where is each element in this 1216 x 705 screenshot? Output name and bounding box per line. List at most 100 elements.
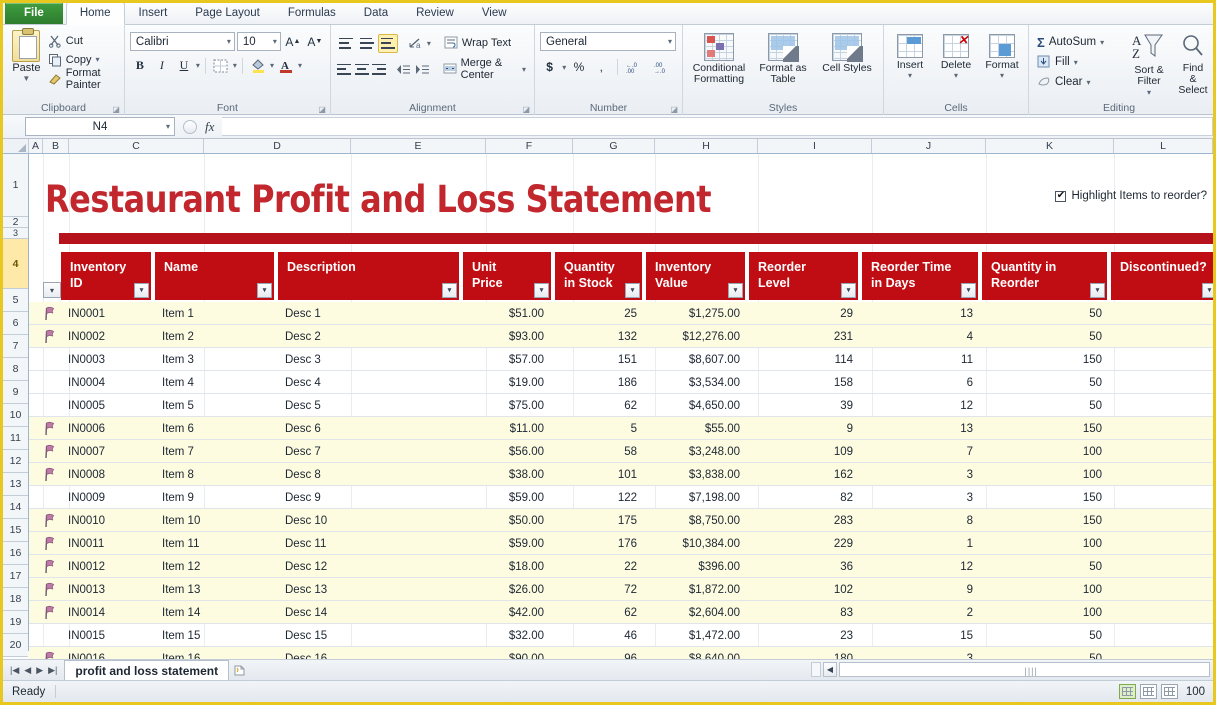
cell-unit-price[interactable]: $38.00 xyxy=(459,463,551,486)
row-header-5[interactable]: 5 xyxy=(3,289,28,312)
cell-name[interactable]: Item 13 xyxy=(155,578,278,601)
first-sheet-button[interactable]: |◀ xyxy=(10,665,19,676)
cell-inventory-id[interactable]: IN0005 xyxy=(61,394,155,417)
insert-function-icon[interactable]: fx xyxy=(205,119,214,135)
cell-reorder-level[interactable]: 23 xyxy=(747,624,860,647)
cell-inventory-value[interactable]: $3,838.00 xyxy=(644,463,747,486)
cell-inventory-value[interactable]: $8,607.00 xyxy=(644,348,747,371)
cell-reorder-level[interactable]: 231 xyxy=(747,325,860,348)
ribbon-tab-review[interactable]: Review xyxy=(402,3,468,24)
row-header-20[interactable]: 20 xyxy=(3,634,28,657)
ribbon-tab-home[interactable]: Home xyxy=(65,3,125,25)
cell-qty-in-stock[interactable]: 175 xyxy=(553,509,644,532)
cell-name[interactable]: Item 15 xyxy=(155,624,278,647)
row-header-1[interactable]: 1 xyxy=(3,154,28,217)
row-header-19[interactable]: 19 xyxy=(3,611,28,634)
wrap-text-button[interactable]: Wrap Text xyxy=(441,34,514,53)
table-row[interactable]: IN0008 Item 8 Desc 8 $38.00 101 $3,838.00 162 3… xyxy=(29,463,1213,486)
cell-discontinued[interactable] xyxy=(1109,555,1213,578)
column-header-j[interactable]: J xyxy=(872,139,986,153)
cell-inventory-value[interactable]: $12,276.00 xyxy=(644,325,747,348)
align-right-button[interactable] xyxy=(371,60,387,79)
table-row[interactable]: IN0013 Item 13 Desc 13 $26.00 72 $1,872.00 102… xyxy=(29,578,1213,601)
cell-unit-price[interactable]: $59.00 xyxy=(459,532,551,555)
ribbon-tab-formulas[interactable]: Formulas xyxy=(274,3,350,24)
prev-sheet-button[interactable]: ◀ xyxy=(24,665,31,676)
increase-decimal-button[interactable]: ←.0.00 xyxy=(624,58,649,77)
chevron-down-icon[interactable]: ▾ xyxy=(233,61,237,70)
percent-button[interactable]: % xyxy=(569,58,588,77)
align-bottom-button[interactable] xyxy=(377,33,398,53)
cell-name[interactable]: Item 3 xyxy=(155,348,278,371)
cell-qty-in-stock[interactable]: 5 xyxy=(553,417,644,440)
filter-icon[interactable]: ▾ xyxy=(534,283,549,298)
cell-name[interactable]: Item 2 xyxy=(155,325,278,348)
filter-icon[interactable]: ▾ xyxy=(961,283,976,298)
chevron-down-icon[interactable]: ▾ xyxy=(270,61,274,70)
row-header-2[interactable]: 2 xyxy=(3,216,28,228)
alignment-dialog-launcher[interactable]: ◪ xyxy=(522,105,530,114)
column-header-g[interactable]: G xyxy=(573,139,655,153)
page-break-view-button[interactable] xyxy=(1160,684,1178,699)
cell-description[interactable]: Desc 4 xyxy=(278,371,463,394)
new-sheet-icon[interactable] xyxy=(229,661,249,679)
cell-qty-in-stock[interactable]: 132 xyxy=(553,325,644,348)
cell-inventory-id[interactable]: IN0009 xyxy=(61,486,155,509)
cell-qty-in-reorder[interactable]: 100 xyxy=(980,440,1109,463)
increase-indent-button[interactable] xyxy=(413,60,431,79)
fill-button[interactable]: Fill ▾ xyxy=(1034,52,1120,72)
cell-unit-price[interactable]: $26.00 xyxy=(459,578,551,601)
cell-inventory-value[interactable]: $1,872.00 xyxy=(644,578,747,601)
decrease-decimal-button[interactable]: .00 →.0 xyxy=(652,58,677,77)
cell-reorder-days[interactable]: 6 xyxy=(860,371,980,394)
column-header-a[interactable]: A xyxy=(29,139,43,153)
next-sheet-button[interactable]: ▶ xyxy=(36,665,43,676)
cell-qty-in-reorder[interactable]: 100 xyxy=(980,601,1109,624)
formula-input[interactable] xyxy=(222,117,1213,136)
cell-name[interactable]: Item 4 xyxy=(155,371,278,394)
cell-inventory-id[interactable]: IN0002 xyxy=(61,325,155,348)
cell-reorder-days[interactable]: 12 xyxy=(860,555,980,578)
table-header-name[interactable]: Name ▾ xyxy=(155,252,276,300)
cell-discontinued[interactable] xyxy=(1109,325,1213,348)
cell-name[interactable]: Item 6 xyxy=(155,417,278,440)
chevron-down-icon[interactable]: ▾ xyxy=(298,61,302,70)
cell-reorder-level[interactable]: 114 xyxy=(747,348,860,371)
table-row[interactable]: IN0012 Item 12 Desc 12 $18.00 22 $396.00 36 12 5… xyxy=(29,555,1213,578)
column-header-l[interactable]: L xyxy=(1114,139,1213,153)
table-row[interactable]: IN0007 Item 7 Desc 7 $56.00 58 $3,248.00 109 7 1… xyxy=(29,440,1213,463)
cell-reorder-level[interactable]: 82 xyxy=(747,486,860,509)
cell-description[interactable]: Desc 10 xyxy=(278,509,463,532)
cell-inventory-id[interactable]: IN0013 xyxy=(61,578,155,601)
column-header-i[interactable]: I xyxy=(758,139,872,153)
normal-view-button[interactable] xyxy=(1118,684,1136,699)
cell-inventory-value[interactable]: $1,275.00 xyxy=(644,302,747,325)
row-header-10[interactable]: 10 xyxy=(3,404,28,427)
cell-qty-in-reorder[interactable]: 50 xyxy=(980,394,1109,417)
cell-reorder-days[interactable]: 9 xyxy=(860,578,980,601)
cell-qty-in-reorder[interactable]: 100 xyxy=(980,532,1109,555)
cell-inventory-id[interactable]: IN0010 xyxy=(61,509,155,532)
cell-reorder-days[interactable]: 15 xyxy=(860,624,980,647)
cell-qty-in-stock[interactable]: 176 xyxy=(553,532,644,555)
row-header-13[interactable]: 13 xyxy=(3,473,28,496)
table-header-inventory-value[interactable]: Inventory Value ▾ xyxy=(646,252,747,300)
table-row[interactable]: IN0003 Item 3 Desc 3 $57.00 151 $8,607.00 114 1… xyxy=(29,348,1213,371)
table-row[interactable]: IN0009 Item 9 Desc 9 $59.00 122 $7,198.00 82 3 1… xyxy=(29,486,1213,509)
cell-reorder-days[interactable]: 7 xyxy=(860,440,980,463)
merge-center-button[interactable]: Merge & Center ▾ xyxy=(440,57,529,81)
cell-name[interactable]: Item 5 xyxy=(155,394,278,417)
highlight-reorder-checkbox[interactable]: ✔ xyxy=(1055,190,1067,202)
cell-discontinued[interactable] xyxy=(1109,486,1213,509)
column-header-h[interactable]: H xyxy=(655,139,758,153)
number-format-select[interactable]: General ▾ xyxy=(540,32,676,51)
row-header-12[interactable]: 12 xyxy=(3,450,28,473)
cell-reorder-days[interactable]: 3 xyxy=(860,486,980,509)
cell-inventory-value[interactable]: $4,650.00 xyxy=(644,394,747,417)
cut-button[interactable]: Cut xyxy=(45,31,119,50)
filter-icon[interactable]: ▾ xyxy=(442,283,457,298)
cell-unit-price[interactable]: $75.00 xyxy=(459,394,551,417)
cell-unit-price[interactable]: $93.00 xyxy=(459,325,551,348)
table-header-discontinued[interactable]: Discontinued? ▾ xyxy=(1111,252,1213,300)
cell-unit-price[interactable]: $19.00 xyxy=(459,371,551,394)
